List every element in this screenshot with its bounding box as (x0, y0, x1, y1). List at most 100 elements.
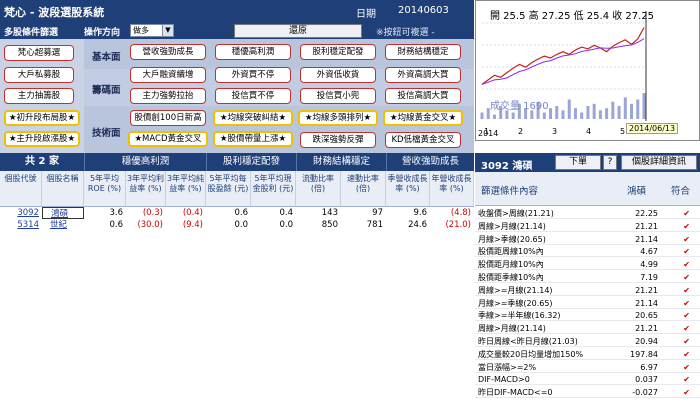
criteria-row: 收盤價>周線(21.21) 22.25 ✔ (475, 208, 700, 219)
price-volume-button[interactable]: ★股價帶量上漲★ (213, 131, 293, 147)
foreign-low-button[interactable]: 外資低收貨 (300, 67, 376, 83)
trust-small-button[interactable]: 投信買小兜 (300, 88, 376, 104)
multi-filter-label: 多股條件篩選 (4, 28, 59, 38)
stock-code[interactable]: 3092 (0, 207, 42, 219)
ma-breakout-button[interactable]: ★均線突破糾結★ (213, 110, 293, 126)
ma-line (481, 38, 645, 85)
table-row[interactable]: 3092 鴻碩 3.6 (0.3) (0.4) 0.6 0.4 143 97 9… (0, 207, 474, 219)
group-finance: 財務結構穩定 (296, 153, 386, 171)
col-div: 5年平均現金股利 (元) (251, 171, 296, 207)
trust-buy-button[interactable]: 投信買不停 (215, 88, 291, 104)
criteria-name: 股價距周線10%內 (478, 247, 544, 257)
div-value: 0.4 (279, 208, 293, 218)
stable-finance-button[interactable]: 財務結構穩定 (385, 44, 461, 60)
net-value: (9.4) (182, 220, 203, 230)
volume-bar (598, 110, 602, 119)
stable-profit-button[interactable]: 穩優高利潤 (215, 44, 291, 60)
restore-button[interactable]: 還原 (234, 24, 362, 38)
check-icon: ✔ (683, 273, 690, 282)
table-row[interactable]: 5314 世紀 0.6 (30.0) (9.4) 0.0 0.0 850 781… (0, 219, 474, 231)
criteria-value: 21.14 (635, 298, 658, 308)
criteria-row: DIF-MACD>0 0.037 ✔ (475, 374, 700, 386)
x-tick-label: 4 (586, 127, 591, 136)
volume-bar (549, 108, 553, 119)
criteria-name: 周線>月線(21.14) (478, 221, 546, 231)
criteria-name: 當日漲幅>=2% (478, 362, 537, 372)
criteria-value: 21.21 (635, 285, 658, 295)
quick-value: 97 (372, 208, 383, 218)
main-force-button[interactable]: 主力抽籌股 (4, 88, 74, 104)
check-icon: ✔ (683, 375, 690, 385)
ma-bull-button[interactable]: ★均線多頭排列★ (298, 110, 378, 126)
stock-code[interactable]: 5314 (0, 219, 42, 231)
criteria-value: -0.027 (632, 388, 658, 398)
foreign-big-buy-button[interactable]: 外資高調大買 (385, 67, 461, 83)
criteria-value: 22.25 (635, 209, 658, 218)
main-rise-button[interactable]: ★主升段啟漲股★ (4, 131, 80, 147)
match-header: 符合 (671, 186, 691, 197)
criteria-row: 當日漲幅>=2% 6.97 ✔ (475, 362, 700, 373)
detail-stock: 3092 鴻碩 (481, 161, 533, 172)
criteria-value: 21.21 (635, 221, 658, 231)
kd-golden-button[interactable]: KD低檔黃金交叉 (385, 132, 461, 148)
initial-rise-button[interactable]: ★初升段布局股★ (4, 110, 80, 126)
stock-name[interactable]: 鴻碩 (42, 207, 84, 219)
q-rev-value: 24.6 (408, 220, 427, 230)
col-net: 3年平均純益率 (%) (166, 171, 206, 207)
order-button[interactable]: 下單 (555, 155, 601, 170)
check-icon: ✔ (683, 298, 690, 308)
col-quick: 速動比率 (倍) (341, 171, 386, 207)
criteria-value: 4.67 (640, 247, 658, 257)
detail-header: 篩選條件內容 鴻碩 符合 (475, 172, 700, 206)
new-high-button[interactable]: 股價創100日新高 (130, 110, 206, 126)
stable-dividend-button[interactable]: 股利穩定配發 (300, 44, 376, 60)
criteria-value: 21.21 (635, 324, 658, 334)
check-icon: ✔ (683, 388, 690, 398)
stock-name[interactable]: 世紀 (42, 219, 84, 231)
criteria-name: 昨日周線<昨日月線(21.03) (478, 337, 578, 346)
col-y-rev: 年營收成長率 (%) (430, 171, 474, 207)
trust-big-buy-button[interactable]: 投信高調大買 (385, 88, 461, 104)
eps-value: 0.6 (234, 208, 248, 218)
foreign-buy-button[interactable]: 外資買不停 (215, 67, 291, 83)
volume-bar (480, 112, 484, 119)
chevron-down-icon[interactable]: ▼ (162, 25, 173, 36)
app-title: 梵心 - 波段選股系統 (4, 6, 105, 19)
main-push-button[interactable]: 主力強勢拉抬 (130, 88, 206, 104)
volume-label: 成交量 1690 (490, 101, 549, 112)
check-icon: ✔ (683, 362, 690, 372)
multi-select-hint: ※按鈕可複選 - (376, 28, 435, 38)
volume-bar (492, 114, 496, 119)
criteria-row: 昨日DIF-MACD<=0 -0.027 ✔ (475, 387, 700, 399)
y-rev-value: (21.0) (445, 220, 471, 230)
direction-value: 做多 (133, 26, 149, 35)
big-private-button[interactable]: 大戶私募股 (4, 67, 74, 83)
direction-select[interactable]: 做多 ▼ (130, 24, 174, 37)
criteria-value: 20.65 (635, 311, 658, 321)
criteria-name: 周線>=月線(21.14) (478, 285, 553, 295)
ma-golden-button[interactable]: ★均線黃金交叉★ (383, 110, 463, 126)
criteria-header: 篩選條件內容 (481, 186, 539, 197)
stock-detail-button[interactable]: 個股詳細資訊 (621, 155, 697, 170)
revenue-growth-button[interactable]: 營收強勁成長 (130, 44, 206, 60)
stock-chart[interactable]: 12345 開 25.5 高 27.25 低 25.4 收 27.25 成交量 … (475, 0, 700, 141)
roe-value: 3.6 (109, 208, 123, 218)
volume-bar (567, 99, 571, 119)
criteria-value: 6.97 (640, 362, 658, 372)
quick-value: 781 (366, 220, 383, 230)
criteria-row: 股價距周線10%內 4.67 ✔ (475, 246, 700, 258)
fanxin-select-button[interactable]: 梵心超募選 (4, 45, 74, 61)
col-q-rev: 季營收成長率 (%) (386, 171, 430, 207)
macd-golden-button[interactable]: ★MACD黃金交叉 (128, 131, 208, 147)
basic-section-label: 基本面 (92, 52, 121, 63)
margin-increase-button[interactable]: 大戶融資續增 (130, 67, 206, 83)
direction-label: 操作方向 (84, 28, 121, 38)
condition-bar: 多股條件篩選 操作方向 做多 ▼ 還原 ※按鈕可複選 - (0, 22, 474, 39)
help-button[interactable]: ? (603, 155, 617, 170)
rebound-button[interactable]: 跌深強勢反彈 (300, 132, 376, 148)
criteria-row: 股價距月線10%內 4.99 ✔ (475, 259, 700, 271)
x-tick-label: 5 (620, 127, 625, 136)
volume-bar (611, 101, 615, 119)
volume-bar (623, 97, 627, 119)
criteria-value: 20.94 (635, 337, 658, 346)
